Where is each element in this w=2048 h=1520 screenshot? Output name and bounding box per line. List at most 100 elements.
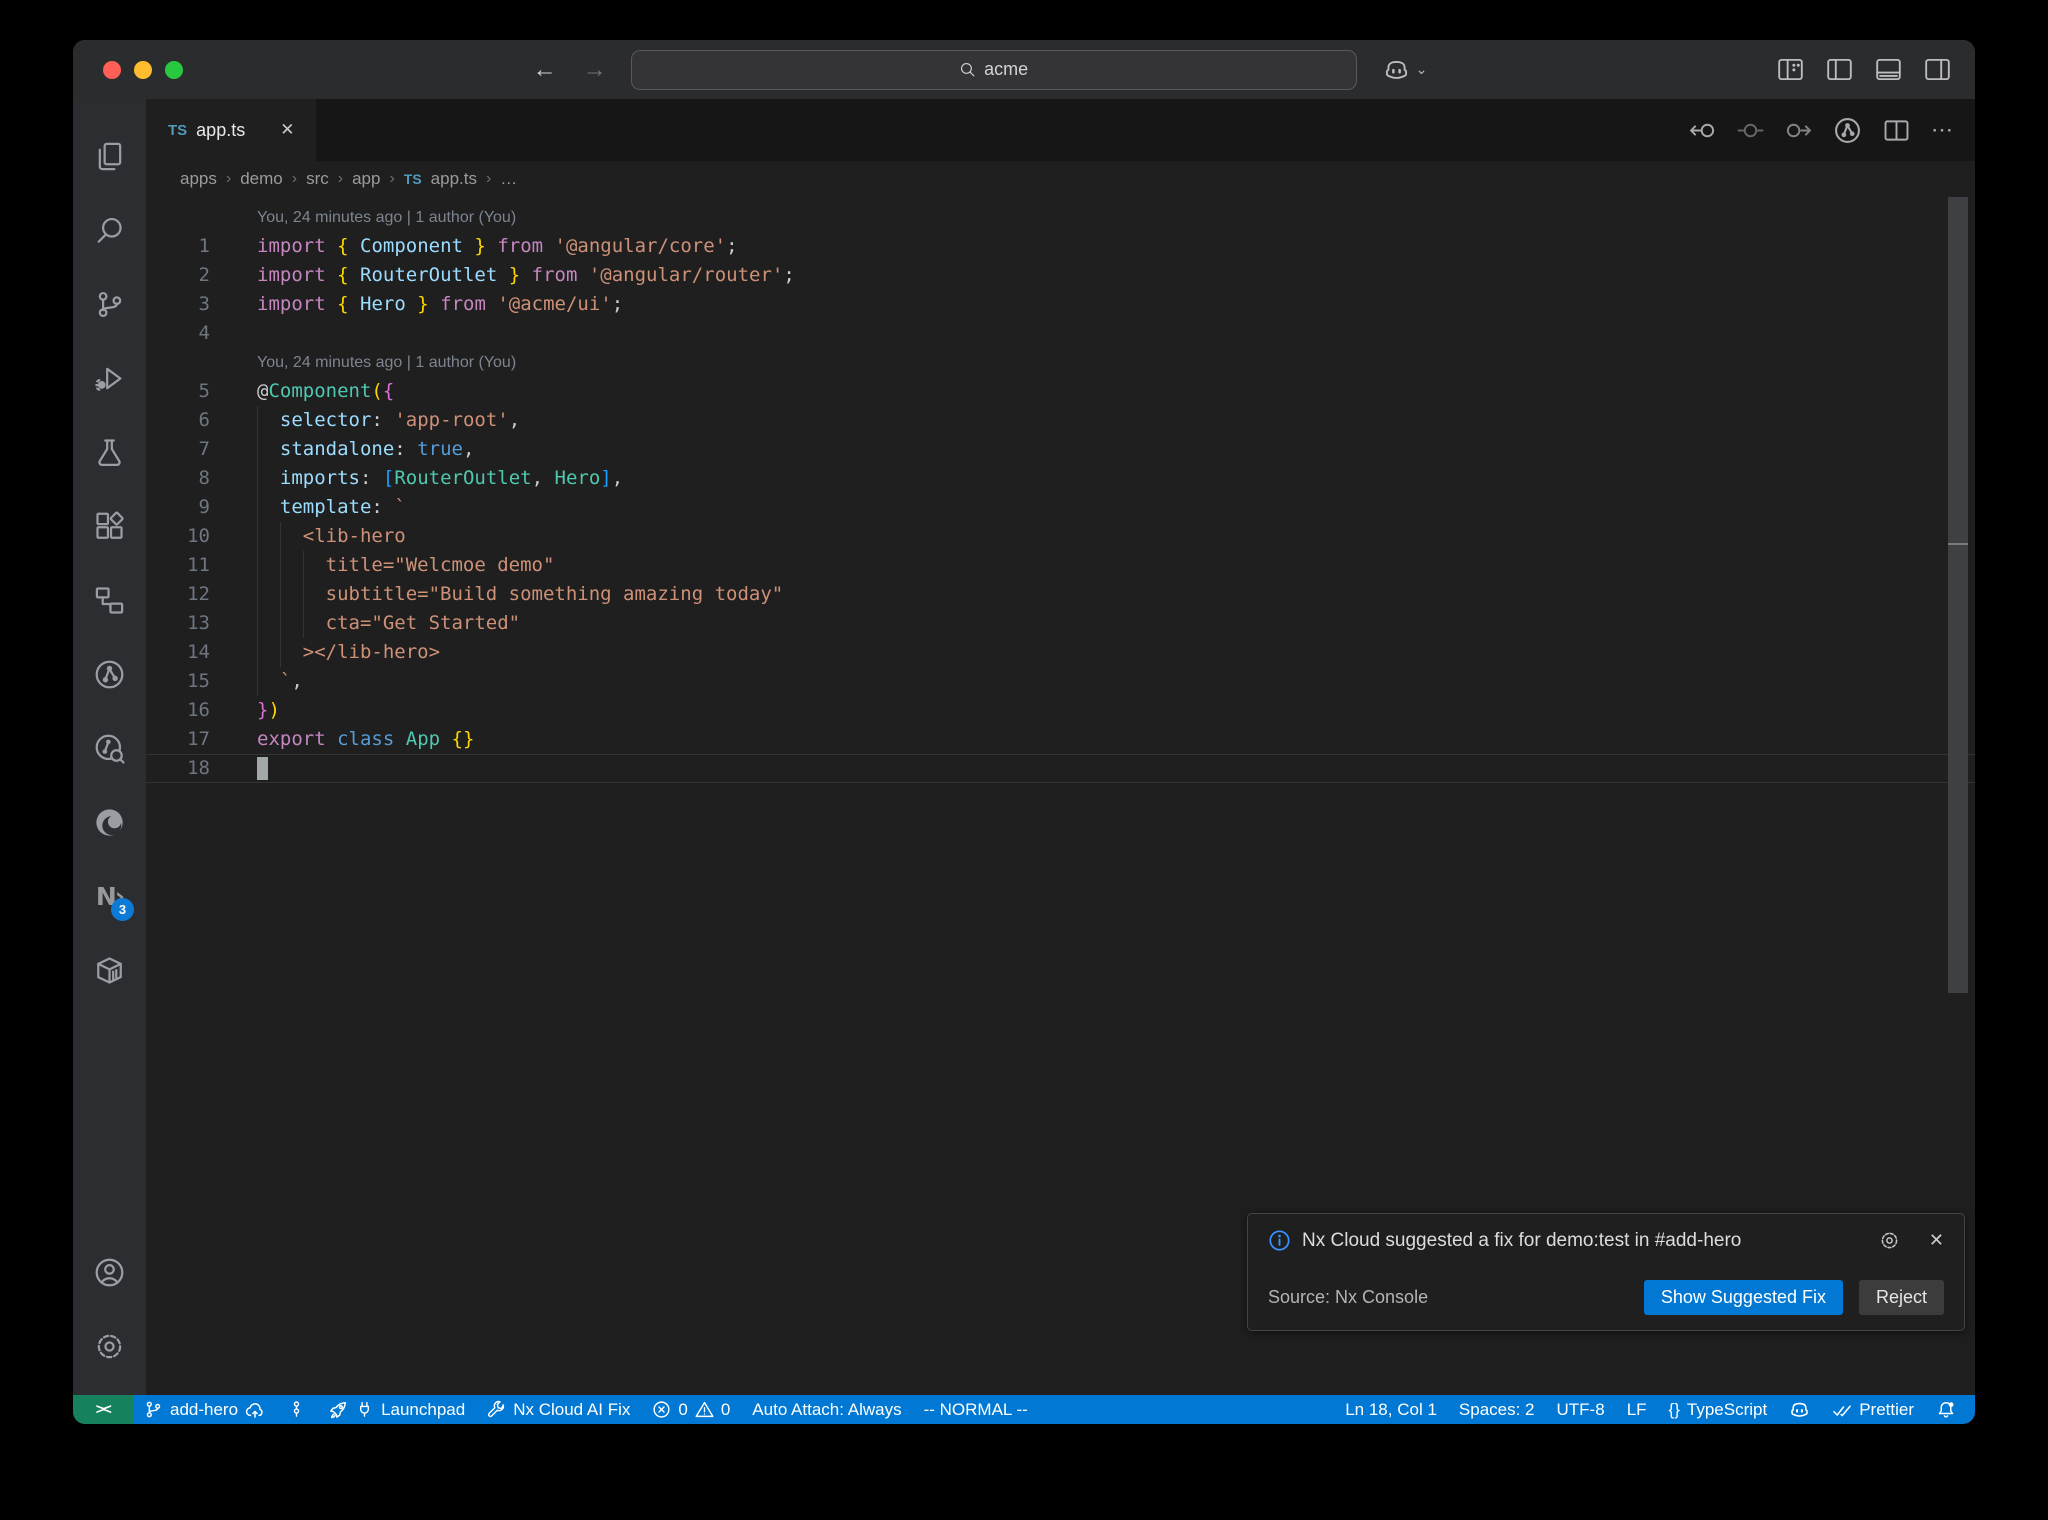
zoom-window-button[interactable] bbox=[165, 60, 183, 79]
vim-mode-item[interactable]: -- NORMAL -- bbox=[913, 1395, 1039, 1424]
settings-button[interactable] bbox=[73, 1309, 146, 1383]
sidebar-item-nx-console[interactable]: N› 3 bbox=[73, 859, 146, 933]
code-line: 16}) bbox=[146, 696, 1975, 725]
accounts-button[interactable] bbox=[73, 1235, 146, 1309]
auto-attach-item[interactable]: Auto Attach: Always bbox=[741, 1395, 912, 1424]
line-number: 4 bbox=[198, 322, 210, 344]
indent-guide bbox=[257, 638, 258, 667]
encoding-item[interactable]: UTF-8 bbox=[1546, 1395, 1616, 1424]
code-content: subtitle="Build something amazing today" bbox=[257, 580, 783, 609]
indentation-label: Spaces: 2 bbox=[1458, 1399, 1535, 1419]
text-cursor bbox=[257, 757, 268, 780]
code-content: `, bbox=[257, 667, 303, 696]
sidebar-item-references[interactable] bbox=[73, 563, 146, 637]
indent-guide bbox=[279, 551, 281, 580]
indent-guide bbox=[257, 493, 258, 522]
indent-guide bbox=[302, 609, 304, 638]
beaker-icon bbox=[98, 438, 121, 466]
close-tab-icon[interactable]: ✕ bbox=[280, 120, 294, 140]
code-lines: You, 24 minutes ago | 1 author (You) 1 imp… bbox=[146, 203, 1975, 783]
git-branch-item[interactable]: add-hero bbox=[133, 1395, 276, 1424]
code-line: 3 import { Hero } from '@acme/ui'; bbox=[146, 290, 1975, 319]
code-content: @Component({ bbox=[257, 380, 395, 402]
breadcrumb-item-src[interactable]: src bbox=[306, 169, 329, 189]
notifications-item[interactable] bbox=[1925, 1395, 1967, 1424]
close-window-button[interactable] bbox=[103, 60, 121, 79]
breadcrumb: apps › demo › src › app › TS app.ts › … bbox=[146, 161, 1975, 197]
commit-graph-icon[interactable] bbox=[1833, 116, 1862, 145]
code-content: import { RouterOutlet } from '@angular/r… bbox=[257, 264, 795, 286]
editor-group: TS app.ts ✕ ⋯ apps › demo › src › app › … bbox=[146, 99, 1975, 1395]
code-content: <lib-hero bbox=[257, 522, 406, 551]
code-line: 1 import { Component } from '@angular/cor… bbox=[146, 232, 1975, 261]
sidebar-item-containers[interactable] bbox=[73, 933, 146, 1007]
close-notification-icon[interactable]: ✕ bbox=[1929, 1230, 1944, 1251]
breadcrumb-item-demo[interactable]: demo bbox=[240, 169, 283, 189]
formatter-item[interactable]: Prettier bbox=[1821, 1395, 1925, 1424]
breadcrumb-item-apps[interactable]: apps bbox=[180, 169, 217, 189]
launchpad-item[interactable]: Launchpad bbox=[317, 1395, 476, 1424]
indentation-item[interactable]: Spaces: 2 bbox=[1448, 1395, 1546, 1424]
split-editor-icon[interactable] bbox=[1883, 117, 1910, 144]
customize-layout-icon[interactable] bbox=[1777, 56, 1804, 83]
minimize-window-button[interactable] bbox=[134, 60, 152, 79]
breadcrumb-item-file[interactable]: app.ts bbox=[431, 169, 477, 189]
tab-bar: TS app.ts ✕ ⋯ bbox=[146, 99, 1975, 161]
copilot-icon bbox=[1385, 60, 1407, 79]
toggle-secondary-sidebar-icon[interactable] bbox=[1924, 56, 1951, 83]
cursor-position-label: Ln 18, Col 1 bbox=[1345, 1399, 1437, 1419]
notification-settings-gear-icon[interactable] bbox=[1879, 1230, 1900, 1251]
breadcrumb-item-symbol-more[interactable]: … bbox=[500, 169, 517, 189]
blame-row: You, 24 minutes ago | 1 author (You) bbox=[146, 348, 1975, 377]
toggle-primary-sidebar-icon[interactable] bbox=[1826, 56, 1853, 83]
chevron-right-icon: › bbox=[389, 170, 395, 187]
search-icon bbox=[97, 217, 122, 243]
show-suggested-fix-button[interactable]: Show Suggested Fix bbox=[1643, 1280, 1843, 1315]
reject-button[interactable]: Reject bbox=[1858, 1280, 1944, 1315]
status-bar: >< add-hero Launchpad Nx Cloud AI Fix 0 … bbox=[73, 1395, 1975, 1424]
sidebar-item-source-control[interactable] bbox=[73, 267, 146, 341]
copilot-status-item[interactable] bbox=[1778, 1395, 1821, 1424]
remote-indicator[interactable]: >< bbox=[73, 1395, 133, 1424]
gitlens-back-icon[interactable] bbox=[1689, 117, 1716, 144]
previous-change-icon[interactable] bbox=[1737, 117, 1764, 144]
editor-scrollbar[interactable] bbox=[1948, 197, 1968, 993]
toggle-panel-icon[interactable] bbox=[1875, 56, 1902, 83]
next-change-icon[interactable] bbox=[1785, 117, 1812, 144]
tab-app-ts[interactable]: TS app.ts ✕ bbox=[146, 99, 317, 161]
language-mode-item[interactable]: {} TypeScript bbox=[1658, 1395, 1779, 1424]
line-number: 7 bbox=[198, 438, 210, 460]
problems-item[interactable]: 0 0 bbox=[641, 1395, 741, 1424]
sidebar-item-search[interactable] bbox=[73, 193, 146, 267]
indent-guide bbox=[257, 406, 258, 435]
extensions-icon bbox=[96, 511, 124, 539]
copilot-menu[interactable]: ⌄ bbox=[1383, 56, 1427, 83]
sidebar-item-explorer[interactable] bbox=[73, 119, 146, 193]
bell-dot-icon bbox=[1938, 1401, 1954, 1418]
breadcrumb-item-app[interactable]: app bbox=[352, 169, 380, 189]
line-number: 9 bbox=[198, 496, 210, 518]
code-line: 9 template: ` bbox=[146, 493, 1975, 522]
cursor-position-item[interactable]: Ln 18, Col 1 bbox=[1334, 1395, 1448, 1424]
code-content: ></lib-hero> bbox=[257, 638, 440, 667]
sidebar-item-extensions[interactable] bbox=[73, 489, 146, 563]
nx-cloud-fix-item[interactable]: Nx Cloud AI Fix bbox=[476, 1395, 641, 1424]
sidebar-item-edge-browser[interactable] bbox=[73, 785, 146, 859]
more-actions-icon[interactable]: ⋯ bbox=[1931, 117, 1955, 143]
line-number: 5 bbox=[198, 380, 210, 402]
sidebar-item-gitlens-search[interactable] bbox=[73, 711, 146, 785]
history-back-icon[interactable]: ← bbox=[533, 56, 557, 84]
sidebar-item-commit-graph[interactable] bbox=[73, 637, 146, 711]
typescript-file-icon: TS bbox=[168, 121, 188, 139]
commit-stack-item[interactable] bbox=[276, 1395, 317, 1424]
vscode-window: ← → acme ⌄ N› 3 TS app.ts ✕ ⋯ apps › dem… bbox=[73, 40, 1975, 1424]
indent-guide bbox=[279, 638, 281, 667]
command-center-search[interactable]: acme bbox=[630, 49, 1357, 90]
history-forward-icon[interactable]: → bbox=[583, 56, 607, 84]
cloud-upload-icon bbox=[245, 1402, 263, 1418]
indent-guide bbox=[279, 580, 281, 609]
sidebar-item-testing[interactable] bbox=[73, 415, 146, 489]
window-controls bbox=[103, 60, 183, 79]
eol-item[interactable]: LF bbox=[1616, 1395, 1658, 1424]
sidebar-item-run-and-debug[interactable] bbox=[73, 341, 146, 415]
